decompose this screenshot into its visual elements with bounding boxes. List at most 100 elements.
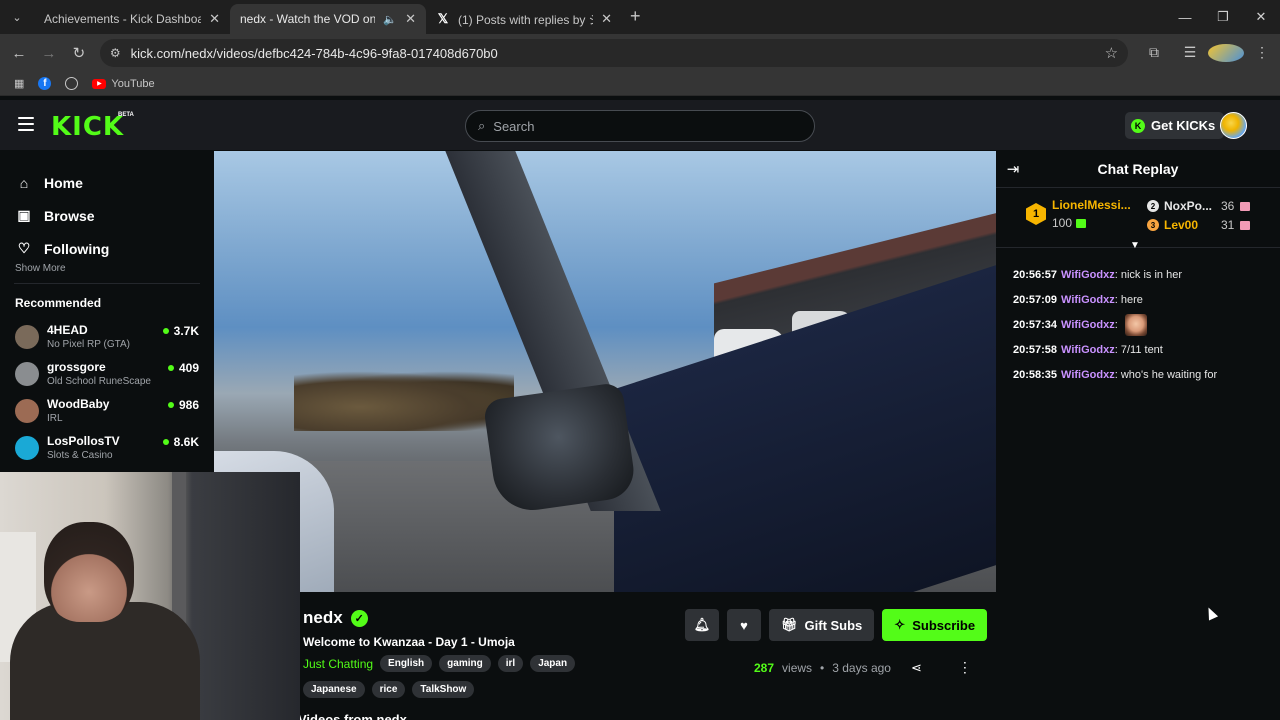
category-link[interactable]: Just Chatting [303, 657, 373, 671]
rank-badge: 2 [1147, 200, 1159, 212]
message-username[interactable]: WifiGodxz [1061, 344, 1115, 356]
tab-search-chevron-icon[interactable]: ⌄ [6, 6, 28, 28]
gifter-row[interactable]: 3 Lev00 31 [1147, 218, 1251, 232]
tag-chip[interactable]: TalkShow [412, 681, 475, 698]
message-username[interactable]: WifiGodxz [1061, 269, 1115, 281]
window-close-icon[interactable]: ✕ [1242, 0, 1280, 34]
video-title: Welcome to Kwanzaa - Day 1 - Umoja [303, 635, 515, 649]
media-controls-icon[interactable]: ☰ [1172, 44, 1208, 62]
close-icon[interactable]: ✕ [209, 11, 220, 27]
close-icon[interactable]: ✕ [601, 11, 612, 27]
message-time: 20:58:35 [1013, 368, 1058, 381]
close-icon[interactable]: ✕ [405, 11, 416, 27]
browser-menu-icon[interactable]: ⋮ [1244, 44, 1280, 62]
restore-icon[interactable]: ❐ [1204, 0, 1242, 34]
tab-x-posts[interactable]: 𝕏 (1) Posts with replies by ジョニーソマリ ✕ [426, 4, 622, 34]
tag-chip[interactable]: irl [497, 655, 524, 672]
share-icon[interactable]: ⋖ [911, 660, 922, 676]
message-username[interactable]: WifiGodxz [1061, 369, 1115, 381]
tab-title: Achievements - Kick Dashboard [44, 12, 202, 26]
live-dot-icon [167, 402, 174, 408]
posted-time: 3 days ago [832, 660, 891, 675]
message-text: 7/11 tent [1120, 343, 1163, 356]
bookmark-youtube[interactable]: ▶ YouTube [92, 77, 155, 90]
recommended-heading: Recommended [15, 296, 102, 310]
subscribe-button[interactable]: ✧ Subscribe [882, 609, 988, 641]
message-text: nick is in her [1120, 268, 1182, 281]
sidebar-item-browse[interactable]: ▣ Browse [0, 199, 214, 232]
channel-name[interactable]: nedx [303, 608, 343, 628]
tab-achievements[interactable]: K Achievements - Kick Dashboard ✕ [34, 4, 230, 118]
sidebar-item-following[interactable]: ♡ Following [0, 232, 214, 265]
gift-count: 31 [1221, 218, 1235, 232]
heart-icon: ♡ [17, 240, 31, 256]
chat-message: 20:56:57 WifiGodxz: nick is in her [1013, 268, 1182, 281]
video-player[interactable] [214, 151, 996, 592]
apps-grid-icon[interactable]: ▦ [14, 77, 24, 90]
follow-heart-button[interactable]: ♥ [727, 609, 761, 641]
message-text: here [1120, 293, 1143, 306]
hamburger-menu-icon[interactable] [18, 117, 34, 131]
live-dot-icon [162, 439, 169, 445]
recommended-channel[interactable]: 4HEAD No Pixel RP (GTA) 3.7K [0, 318, 214, 355]
collapse-chat-icon[interactable]: ⇥ [996, 160, 1030, 178]
facebook-icon[interactable]: f [38, 77, 52, 90]
get-kicks-button[interactable]: K Get KICKs [1125, 112, 1225, 139]
gifter-points: 100 [1052, 216, 1073, 230]
kick-logo[interactable]: KICK [51, 112, 124, 142]
show-more-link[interactable]: Show More [0, 263, 214, 277]
top-gifter[interactable]: 1 LionelMessi... 100 [1026, 198, 1131, 230]
expand-leaderboard-icon[interactable]: ▼ [1130, 240, 1140, 251]
kick-page: KICK BETA ⌕ Search K Get KICKs ⌂ Home ▣ … [0, 100, 1280, 720]
chat-message: 20:57:09 WifiGodxz: here [1013, 293, 1143, 306]
viewer-count-value: 986 [178, 398, 199, 412]
gift-icon [1240, 201, 1251, 211]
message-username[interactable]: WifiGodxz [1061, 294, 1115, 306]
tag-chip[interactable]: rice [371, 681, 406, 698]
kicks-coin-icon: K [1131, 118, 1145, 133]
sidebar-divider [14, 283, 200, 284]
gift-subs-button[interactable]: 🎁︎ Gift Subs [769, 609, 875, 641]
recommended-channel[interactable]: grossgore Old School RuneScape 409 [0, 355, 214, 392]
sidebar-item-home[interactable]: ⌂ Home [0, 166, 214, 199]
view-count: 287 [754, 660, 775, 675]
gift-icon [1076, 218, 1087, 228]
url-text[interactable]: kick.com/nedx/videos/defbc424-784b-4c96-… [131, 46, 1095, 61]
recommended-channel[interactable]: LosPollosTV Slots & Casino 8.6K [0, 429, 214, 466]
chat-replay-panel: ⇥ Chat Replay 1 LionelMessi... 100 2 Nox… [996, 150, 1280, 720]
reload-icon[interactable]: ↻ [64, 44, 94, 62]
profile-icon[interactable] [1208, 44, 1245, 62]
bookmark-label: YouTube [111, 77, 155, 90]
minimize-icon[interactable]: — [1166, 0, 1204, 34]
user-avatar[interactable] [1220, 112, 1247, 139]
url-bar[interactable]: ⚙ kick.com/nedx/videos/defbc424-784b-4c9… [99, 39, 1129, 67]
tag-chip[interactable]: Japanese [303, 681, 365, 698]
tag-chip[interactable]: gaming [439, 655, 491, 672]
tag-chip[interactable]: English [380, 655, 433, 672]
notification-bell-button[interactable]: 🔔︎ [685, 609, 719, 641]
gifter-row[interactable]: 2 NoxPo... 36 [1147, 199, 1251, 213]
site-info-icon[interactable]: ⚙ [110, 46, 121, 60]
message-time: 20:57:34 [1013, 318, 1058, 331]
tag-chip[interactable]: Japan [530, 655, 576, 672]
back-arrow-icon[interactable]: ← [4, 45, 34, 62]
search-input[interactable]: ⌕ Search [465, 110, 815, 142]
forward-arrow-icon[interactable]: → [34, 45, 64, 62]
globe-icon[interactable] [65, 77, 79, 90]
gift-leaderboard: 1 LionelMessi... 100 2 NoxPo... 36 3 Lev0… [996, 188, 1280, 251]
bookmark-star-icon[interactable]: ☆ [1105, 44, 1118, 62]
recommended-channel[interactable]: WoodBaby IRL 986 [0, 392, 214, 429]
extensions-icon[interactable]: ⧉ [1136, 44, 1172, 62]
more-options-icon[interactable]: ⋮ [958, 659, 972, 676]
tab-title: (1) Posts with replies by ジョニーソマリ [458, 12, 593, 27]
viewer-count-value: 409 [178, 361, 199, 375]
views-label: views [782, 660, 813, 675]
new-tab-plus-icon[interactable]: + [630, 6, 641, 27]
more-from-heading: Videos from nedx [298, 712, 407, 720]
message-time: 20:56:57 [1013, 268, 1058, 281]
speaker-icon[interactable]: 🔈 [383, 13, 397, 26]
channel-name: 4HEAD [47, 323, 88, 337]
message-username[interactable]: WifiGodxz [1061, 319, 1115, 331]
tab-nedx-vod[interactable]: K nedx - Watch the VOD on Kick 🔈 ✕ [230, 4, 426, 118]
recommended-list: 4HEAD No Pixel RP (GTA) 3.7K grossgore O… [0, 318, 214, 466]
